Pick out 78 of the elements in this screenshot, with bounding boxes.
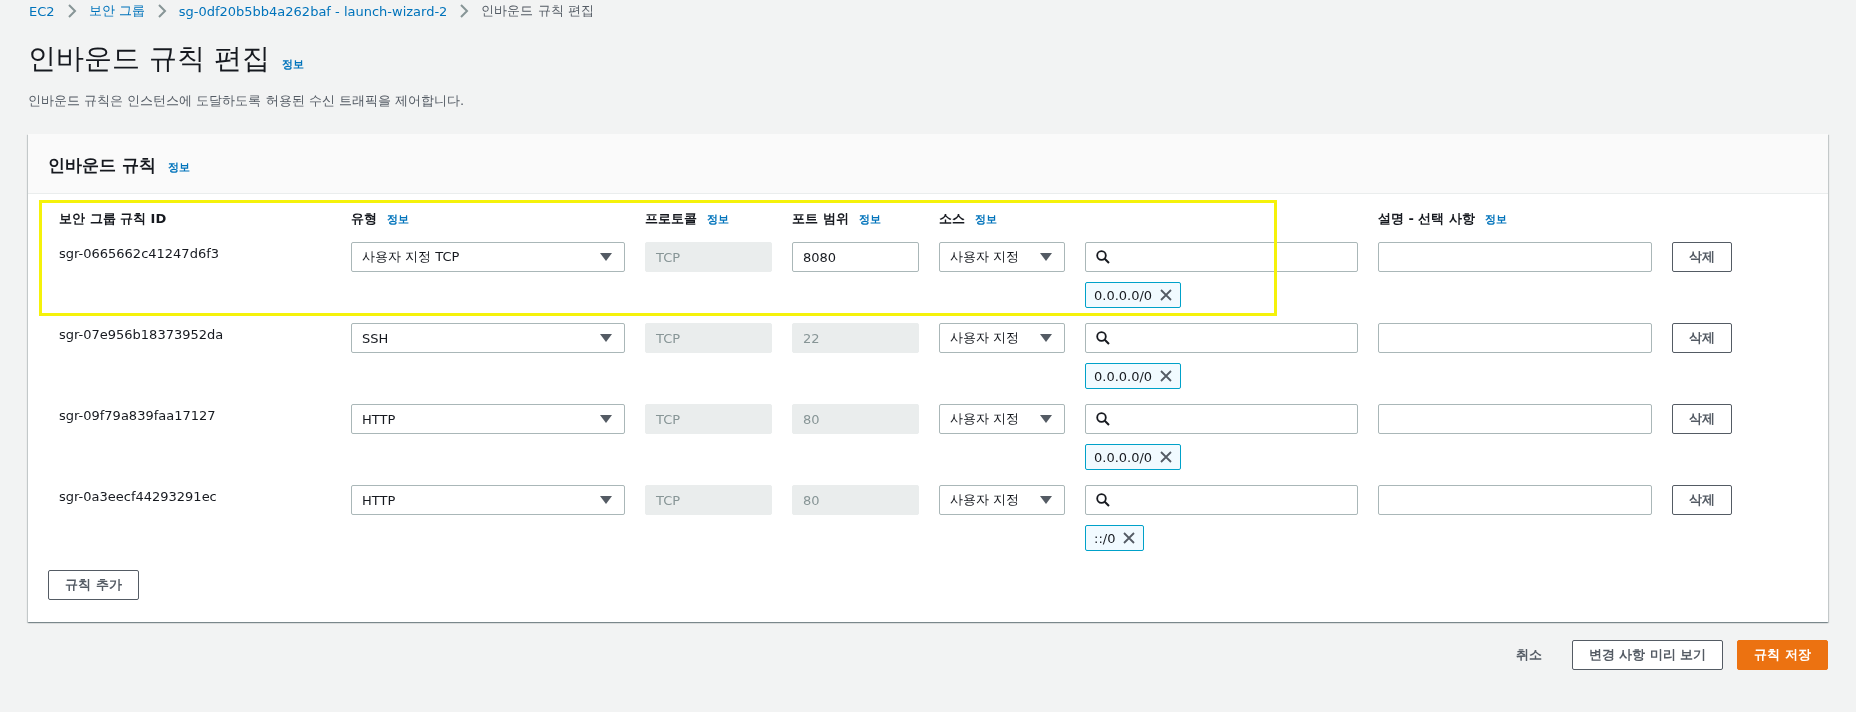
rule-id: sgr-07e956b18373952da	[59, 326, 225, 344]
protocol-field: TCP	[645, 323, 772, 353]
chevron-icon	[459, 4, 470, 18]
source-select[interactable]: 사용자 지정	[939, 242, 1065, 272]
cidr-token: ::/0	[1085, 525, 1145, 551]
add-rule-button[interactable]: 규칙 추가	[48, 570, 139, 600]
column-header: 설명 - 선택 사항	[1378, 210, 1475, 228]
type-select[interactable]: HTTP	[351, 404, 625, 434]
delete-button[interactable]: 삭제	[1672, 323, 1732, 353]
column-header: 포트 범위	[792, 210, 849, 228]
source-select[interactable]: 사용자 지정	[939, 404, 1065, 434]
info-link[interactable]: 정보	[975, 212, 997, 227]
search-icon	[1096, 331, 1110, 345]
delete-button[interactable]: 삭제	[1672, 404, 1732, 434]
search-field[interactable]	[1085, 242, 1358, 272]
chevron-icon	[156, 4, 167, 18]
info-link[interactable]: 정보	[281, 57, 304, 72]
breadcrumb-link[interactable]: sg-0df20b5bb4a262baf - launch-wizard-2	[178, 3, 448, 19]
cancel-button[interactable]: 취소	[1499, 646, 1558, 664]
port-field: 80	[792, 485, 919, 515]
column-header: 소스	[939, 210, 965, 228]
rule-id: sgr-09f79a839faa17127	[59, 407, 217, 425]
delete-button[interactable]: 삭제	[1672, 485, 1732, 515]
description-field[interactable]	[1378, 242, 1652, 272]
caret-icon	[600, 496, 612, 504]
search-field[interactable]	[1085, 323, 1358, 353]
description-field[interactable]	[1378, 323, 1652, 353]
port-field[interactable]: 8080	[792, 242, 919, 272]
preview-button[interactable]: 변경 사항 미리 보기	[1571, 640, 1724, 670]
breadcrumb-link[interactable]: EC2	[29, 3, 55, 19]
caret-icon	[1040, 496, 1052, 504]
column-header: 유형	[351, 210, 377, 228]
search-field[interactable]	[1085, 404, 1358, 434]
type-select[interactable]: HTTP	[351, 485, 625, 515]
caret-icon	[600, 415, 612, 423]
port-field: 22	[792, 323, 919, 353]
page-description: 인바운드 규칙은 인스턴스에 도달하도록 허용된 수신 트래픽을 제어합니다.	[28, 92, 466, 110]
search-icon	[1096, 412, 1110, 426]
search-icon	[1096, 250, 1110, 264]
info-link[interactable]: 정보	[858, 212, 881, 227]
column-header: 프로토콜	[645, 210, 697, 228]
delete-button[interactable]: 삭제	[1672, 242, 1732, 272]
search-field[interactable]	[1085, 485, 1358, 515]
breadcrumb-link[interactable]: 보안 그룹	[88, 2, 145, 20]
info-link[interactable]: 정보	[387, 212, 409, 227]
column-header: 보안 그룹 규칙 ID	[59, 210, 167, 228]
info-link[interactable]: 정보	[1485, 212, 1507, 227]
cidr-token: 0.0.0.0/0	[1085, 444, 1182, 470]
chevron-icon	[66, 4, 77, 18]
protocol-field: TCP	[645, 404, 772, 434]
port-field: 80	[792, 404, 919, 434]
description-field[interactable]	[1378, 404, 1652, 434]
caret-icon	[1040, 334, 1052, 342]
source-select[interactable]: 사용자 지정	[939, 323, 1065, 353]
close-icon[interactable]	[1123, 532, 1136, 544]
rule-id: sgr-0a3eecf44293291ec	[59, 488, 218, 506]
protocol-field: TCP	[645, 242, 772, 272]
type-select[interactable]: 사용자 지정 TCP	[351, 242, 625, 272]
source-select[interactable]: 사용자 지정	[939, 485, 1065, 515]
info-link[interactable]: 정보	[167, 160, 190, 175]
cidr-token: 0.0.0.0/0	[1085, 363, 1182, 389]
cidr-token: 0.0.0.0/0	[1085, 282, 1182, 308]
close-icon[interactable]	[1160, 370, 1173, 382]
caret-icon	[1040, 253, 1052, 261]
close-icon[interactable]	[1160, 289, 1173, 301]
protocol-field: TCP	[645, 485, 772, 515]
search-icon	[1096, 493, 1110, 507]
caret-icon	[1040, 415, 1052, 423]
caret-icon	[600, 334, 612, 342]
description-field[interactable]	[1378, 485, 1652, 515]
breadcrumb-current: 인바운드 규칙 편집	[481, 2, 594, 20]
close-icon[interactable]	[1160, 451, 1173, 463]
info-link[interactable]: 정보	[707, 212, 729, 227]
rule-id: sgr-0665662c41247d6f3	[59, 245, 220, 263]
type-select[interactable]: SSH	[351, 323, 625, 353]
panel-title: 인바운드 규칙	[48, 154, 156, 177]
page-title: 인바운드 규칙 편집	[28, 41, 270, 77]
caret-icon	[600, 253, 612, 261]
